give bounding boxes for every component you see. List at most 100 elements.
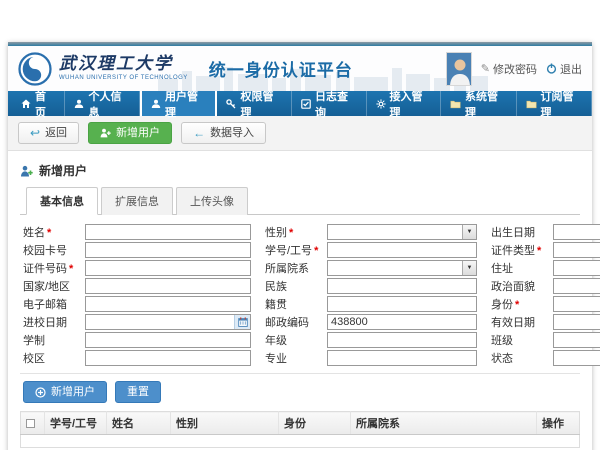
id-number-input[interactable] <box>85 260 251 276</box>
campus-card-no-input[interactable] <box>85 242 251 258</box>
data-import-button[interactable]: ← 数据导入 <box>181 122 266 144</box>
postal-code-input[interactable] <box>327 314 477 330</box>
field-label-id-number: 证件号码* <box>23 260 85 276</box>
col-header-checkbox <box>21 412 45 435</box>
field-label-text: 学制 <box>23 335 45 347</box>
nav-item-home[interactable]: 首页 <box>12 91 65 116</box>
field-native-place: 籍贯 <box>265 296 477 312</box>
field-student-id: 学号/工号* <box>265 242 477 258</box>
reset-button[interactable]: 重置 <box>115 381 161 403</box>
campus-input[interactable] <box>85 350 251 366</box>
back-button[interactable]: ↩ 返回 <box>18 122 79 144</box>
tab-upload-avatar[interactable]: 上传头像 <box>176 187 248 215</box>
required-asterisk: * <box>537 245 541 257</box>
field-label-text: 进校日期 <box>23 317 67 329</box>
nav-item-label: 用户管理 <box>165 88 207 120</box>
nav-item-label: 接入管理 <box>390 88 432 120</box>
university-name-cn: 武汉理工大学 <box>59 56 188 73</box>
status-input[interactable] <box>553 350 600 366</box>
id-type-input[interactable] <box>553 242 600 258</box>
university-logo-icon <box>18 52 52 86</box>
field-label-text: 出生日期 <box>491 227 535 239</box>
entry-date-input[interactable] <box>86 315 234 329</box>
field-name: 姓名* <box>23 224 251 240</box>
university-brand: 武汉理工大学 WUHAN UNIVERSITY OF TECHNOLOGY 统一… <box>18 52 353 86</box>
nav-item-access[interactable]: 接入管理 <box>367 91 442 116</box>
header-user-area: ✎ 修改密码 退出 <box>446 52 582 86</box>
nav-item-permissions[interactable]: 权限管理 <box>217 91 292 116</box>
pencil-icon: ✎ <box>481 62 490 75</box>
nav-item-subscription[interactable]: 订阅管理 <box>517 91 592 116</box>
col-header-student-id: 学号/工号 <box>45 412 107 435</box>
field-campus-card-no: 校园卡号 <box>23 242 251 258</box>
field-label-text: 有效日期 <box>491 317 535 329</box>
schooling-length-input[interactable] <box>85 332 251 348</box>
required-asterisk: * <box>314 245 318 257</box>
user-avatar[interactable] <box>446 52 472 86</box>
nav-item-users[interactable]: 用户管理 <box>140 91 218 116</box>
folder-icon <box>450 99 461 109</box>
field-entry-date: 进校日期 <box>23 314 251 330</box>
department-select[interactable]: ▼ <box>327 260 477 276</box>
field-label-text: 校区 <box>23 353 45 365</box>
home-icon <box>21 99 31 109</box>
field-schooling-length: 学制 <box>23 332 251 348</box>
field-label-status: 状态 <box>491 350 553 366</box>
nav-item-logs[interactable]: 日志查询 <box>292 91 367 116</box>
country-region-input[interactable] <box>85 278 251 294</box>
dropdown-arrow-icon: ▼ <box>462 261 476 275</box>
field-valid-date: 有效日期 <box>491 314 600 330</box>
nav-item-system[interactable]: 系统管理 <box>441 91 516 116</box>
logout-label: 退出 <box>560 61 582 77</box>
class-input[interactable] <box>553 332 600 348</box>
field-label-identity: 身份* <box>491 296 553 312</box>
logout-link[interactable]: 退出 <box>546 61 582 77</box>
field-gender: 性别*▼ <box>265 224 477 240</box>
political-status-input[interactable] <box>553 278 600 294</box>
main-content: 新增用户 基本信息扩展信息上传头像 姓名*性别*▼出生日期校园卡号学号/工号*证… <box>8 151 592 450</box>
calendar-icon[interactable] <box>234 315 250 329</box>
address-input[interactable] <box>553 260 600 276</box>
back-button-label: 返回 <box>45 127 67 139</box>
field-label-birth-date: 出生日期 <box>491 224 553 240</box>
name-input[interactable] <box>85 224 251 240</box>
university-name-en: WUHAN UNIVERSITY OF TECHNOLOGY <box>59 75 188 81</box>
col-header-gender: 性别 <box>171 412 279 435</box>
student-id-input[interactable] <box>327 242 477 258</box>
field-label-id-type: 证件类型* <box>491 242 553 258</box>
person-icon <box>151 99 161 109</box>
tab-basic-info[interactable]: 基本信息 <box>26 187 98 215</box>
field-campus: 校区 <box>23 350 251 366</box>
native-place-input[interactable] <box>327 296 477 312</box>
birth-date-input[interactable] <box>554 225 600 239</box>
submit-add-user-button[interactable]: 新增用户 <box>23 381 107 403</box>
field-political-status: 政治面貌 <box>491 278 600 294</box>
required-asterisk: * <box>289 227 293 239</box>
tab-extended-info[interactable]: 扩展信息 <box>101 187 173 215</box>
app-header: 武汉理工大学 WUHAN UNIVERSITY OF TECHNOLOGY 统一… <box>8 46 592 91</box>
submit-add-user-label: 新增用户 <box>51 386 95 398</box>
nav-item-profile[interactable]: 个人信息 <box>65 91 140 116</box>
major-input[interactable] <box>327 350 477 366</box>
col-header-operations: 操作 <box>537 412 580 435</box>
change-password-link[interactable]: ✎ 修改密码 <box>481 61 537 77</box>
change-password-label: 修改密码 <box>493 61 537 77</box>
user-form: 姓名*性别*▼出生日期校园卡号学号/工号*证件类型*证件号码*所属院系▼住址国家… <box>20 224 580 366</box>
col-header-name: 姓名 <box>107 412 171 435</box>
identity-input[interactable] <box>553 296 600 312</box>
valid-date-input[interactable] <box>554 315 600 329</box>
tab-bar: 基本信息扩展信息上传头像 <box>20 186 580 215</box>
field-label-country-region: 国家/地区 <box>23 278 85 294</box>
field-department: 所属院系▼ <box>265 260 477 276</box>
reset-label: 重置 <box>127 386 149 398</box>
grade-input[interactable] <box>327 332 477 348</box>
email-input[interactable] <box>85 296 251 312</box>
nav-item-label: 订阅管理 <box>541 88 582 120</box>
power-icon <box>546 63 557 74</box>
select-all-checkbox[interactable] <box>26 419 35 428</box>
field-email: 电子邮箱 <box>23 296 251 312</box>
ethnicity-input[interactable] <box>327 278 477 294</box>
gender-select[interactable]: ▼ <box>327 224 477 240</box>
field-ethnicity: 民族 <box>265 278 477 294</box>
add-user-toolbar-button[interactable]: 新增用户 <box>88 122 172 144</box>
